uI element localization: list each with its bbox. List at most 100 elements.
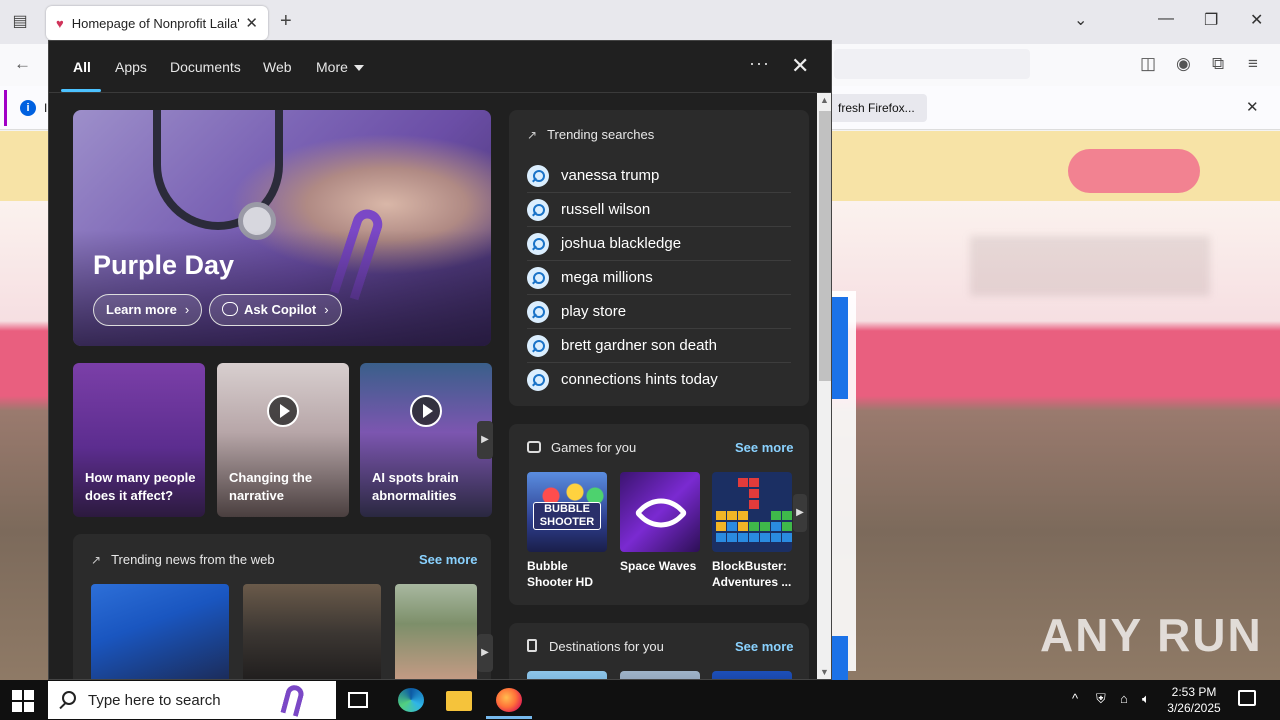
tab-close-icon[interactable]: ✕ [245, 14, 258, 32]
taskbar-search-box[interactable]: Type here to search [48, 681, 336, 719]
puzzle-block [727, 511, 737, 520]
puzzle-block [771, 533, 781, 542]
game-name[interactable]: Space Waves [620, 558, 704, 574]
search-icon [527, 301, 549, 323]
clock-date: 3/26/2025 [1167, 701, 1221, 715]
network-icon[interactable]: ⌂ [1120, 691, 1128, 706]
games-carousel-next-button[interactable]: ▶ [793, 494, 807, 532]
tab-more[interactable]: More [316, 59, 364, 75]
play-icon [410, 395, 442, 427]
video-card[interactable]: AI spots brain abnormalities [360, 363, 492, 517]
trending-searches-title: ↗ Trending searches [527, 127, 654, 142]
destination-thumbnail[interactable] [620, 671, 700, 679]
tab-web[interactable]: Web [263, 59, 292, 75]
extensions-icon[interactable]: ⧉ [1212, 54, 1224, 74]
trending-search-item[interactable]: joshua blackledge [527, 227, 791, 261]
edge-browser-icon[interactable] [398, 688, 424, 712]
hamburger-menu-icon[interactable]: ≡ [1248, 54, 1258, 74]
learn-more-label: Learn more [106, 302, 177, 317]
notification-close-icon[interactable]: ✕ [1246, 98, 1259, 116]
browser-tab[interactable]: ♥ Homepage of Nonprofit Laila's ✕ [46, 6, 268, 40]
clock-time: 2:53 PM [1171, 685, 1217, 699]
puzzle-block [771, 511, 781, 520]
trending-search-text: brett gardner son death [561, 337, 717, 354]
ask-copilot-button[interactable]: Ask Copilot › [209, 294, 342, 326]
file-explorer-icon[interactable] [446, 691, 472, 711]
trending-search-item[interactable]: vanessa trump [527, 159, 791, 193]
hero-title: Purple Day [93, 250, 235, 280]
trending-arrow-icon: ↗ [527, 128, 538, 142]
game-thumbnail[interactable] [712, 472, 792, 552]
hero-shade [73, 230, 491, 346]
learn-more-button[interactable]: Learn more › [93, 294, 203, 326]
list-all-tabs-button[interactable]: ⌄ [1074, 10, 1087, 30]
firefox-icon[interactable] [496, 688, 522, 712]
news-thumbnail[interactable] [91, 584, 229, 679]
rocket-icon [634, 486, 688, 540]
puzzle-block [760, 533, 770, 542]
destination-thumbnail[interactable] [712, 671, 792, 679]
destination-thumbnail[interactable] [527, 671, 607, 679]
refresh-firefox-button[interactable]: fresh Firefox... [826, 94, 927, 122]
puzzle-block [749, 500, 759, 509]
play-icon [267, 395, 299, 427]
flyout-scrollbar-thumb[interactable] [819, 111, 831, 381]
puzzle-block [760, 522, 770, 531]
trending-search-item[interactable]: brett gardner son death [527, 329, 791, 363]
game-thumbnail[interactable]: BUBBLE SHOOTER [527, 472, 607, 552]
trending-search-text: mega millions [561, 269, 653, 286]
tab-apps[interactable]: Apps [115, 59, 147, 75]
destinations-see-more-link[interactable]: See more [735, 639, 794, 654]
url-bar[interactable] [834, 49, 1030, 79]
trending-search-item[interactable]: russell wilson [527, 193, 791, 227]
trending-search-item[interactable]: connections hints today [527, 363, 791, 397]
news-see-more-link[interactable]: See more [419, 552, 478, 567]
puzzle-block [749, 522, 759, 531]
action-center-icon[interactable] [1238, 690, 1256, 706]
windows-start-icon[interactable] [12, 690, 34, 712]
trending-search-item[interactable]: play store [527, 295, 791, 329]
scroll-up-arrow-icon[interactable]: ▲ [820, 95, 829, 105]
video-card[interactable]: How many people does it affect? [73, 363, 205, 517]
site-donate-button[interactable] [1068, 149, 1200, 193]
game-thumbnail[interactable] [620, 472, 700, 552]
news-thumbnail[interactable] [395, 584, 477, 679]
tab-all[interactable]: All [73, 59, 91, 75]
game-name[interactable]: Bubble Shooter HD [527, 558, 611, 590]
video-card[interactable]: Changing the narrative [217, 363, 349, 517]
window-close-button[interactable]: ✕ [1250, 10, 1263, 30]
back-arrow-icon[interactable]: ← [14, 54, 31, 74]
tab-list-button[interactable]: ▤ [8, 10, 32, 34]
new-tab-button[interactable]: + [280, 10, 292, 33]
games-section: Games for you See more BUBBLE SHOOTER Bu… [509, 424, 809, 605]
security-tray-icon[interactable]: ⛨ [1096, 691, 1106, 707]
volume-icon[interactable]: 🔈︎ [1142, 691, 1150, 707]
taskbar-clock[interactable]: 2:53 PM 3/26/2025 [1160, 684, 1228, 716]
close-icon[interactable]: ✕ [791, 53, 809, 79]
site-blue-tab [832, 297, 848, 399]
carousel-next-button[interactable]: ▶ [477, 421, 493, 459]
news-carousel-next-button[interactable]: ▶ [477, 634, 493, 672]
game-name[interactable]: BlockBuster: Adventures ... [712, 558, 796, 590]
restore-button[interactable]: ❐ [1204, 10, 1218, 30]
puzzle-block [749, 533, 759, 542]
account-icon[interactable]: ◉ [1176, 54, 1191, 74]
games-see-more-link[interactable]: See more [735, 440, 794, 455]
minimize-button[interactable]: — [1158, 10, 1174, 28]
pocket-icon[interactable]: ◫ [1140, 54, 1156, 74]
scroll-down-arrow-icon[interactable]: ▼ [820, 667, 829, 677]
more-options-icon[interactable]: ··· [749, 53, 770, 74]
notification-text: I [44, 101, 48, 115]
tray-overflow-chevron-icon[interactable]: ^ [1072, 691, 1078, 706]
task-view-icon[interactable] [348, 692, 368, 708]
games-title: Games for you [527, 440, 636, 455]
browser-tab-bar: ▤ ♥ Homepage of Nonprofit Laila's ✕ + ⌄ … [0, 0, 1280, 44]
news-thumbnail[interactable] [243, 584, 381, 679]
video-card-caption: How many people does it affect? [85, 470, 196, 503]
puzzle-block [738, 522, 748, 531]
ask-copilot-label: Ask Copilot [244, 302, 317, 317]
puzzle-block [738, 533, 748, 542]
trending-search-item[interactable]: mega millions [527, 261, 791, 295]
hero-card-purple-day[interactable]: Purple Day Learn more › Ask Copilot › [73, 110, 491, 346]
tab-documents[interactable]: Documents [170, 59, 241, 75]
